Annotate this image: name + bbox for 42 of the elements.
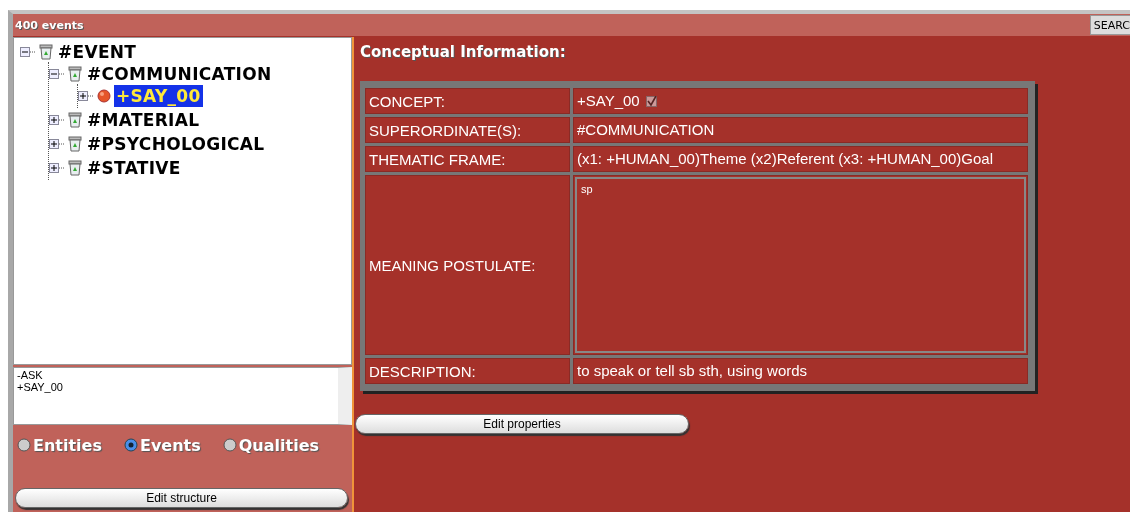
jar-icon (67, 159, 83, 177)
search-button[interactable]: SEARC (1089, 15, 1130, 35)
tree-item[interactable]: #COMMUNICATION (85, 63, 274, 85)
edit-properties-button[interactable]: Edit properties (355, 414, 689, 434)
field-label: CONCEPT: (365, 88, 570, 114)
radio-option[interactable]: Qualities (222, 435, 319, 455)
tree-item[interactable]: #EVENT (56, 41, 139, 63)
field-label: THEMATIC FRAME: (365, 146, 570, 172)
section-title: Conceptual Information: (360, 43, 566, 63)
jar-icon (38, 43, 54, 61)
expand-icon[interactable] (78, 90, 94, 102)
expand-icon[interactable] (49, 162, 65, 174)
tree-item[interactable]: #MATERIAL (85, 109, 202, 131)
header-title: 400 events (14, 18, 84, 32)
field-value: +SAY_00 (577, 91, 640, 111)
expand-icon[interactable] (49, 138, 65, 150)
list-item[interactable]: -ASK (17, 369, 335, 381)
radio-button[interactable] (222, 438, 237, 452)
field-value: (x1: +HUMAN_00)Theme (x2)Referent (x3: +HUMAN_00)Goal (577, 149, 993, 169)
radio-button[interactable] (17, 438, 31, 452)
field-value: to speak or tell sb sth, using words (577, 361, 808, 381)
radio-button[interactable] (123, 438, 138, 452)
edit-structure-button[interactable]: Edit structure (15, 488, 348, 508)
checkbox[interactable] (645, 95, 657, 107)
list-item[interactable]: +SAY_00 (17, 381, 335, 393)
jar-icon (67, 111, 83, 129)
collapse-icon[interactable] (49, 68, 65, 80)
ball-icon (96, 87, 112, 105)
expand-icon[interactable] (49, 114, 65, 126)
jar-icon (67, 65, 83, 83)
radio-option[interactable]: Entities (17, 435, 102, 455)
radio-option[interactable]: Events (123, 435, 201, 455)
collapse-icon[interactable] (20, 46, 36, 58)
tree-item[interactable]: +SAY_00 (114, 85, 203, 107)
field-label: MEANING POSTULATE: (365, 175, 570, 355)
field-label: DESCRIPTION: (365, 358, 570, 384)
tree-item[interactable]: #PSYCHOLOGICAL (85, 133, 267, 155)
field-label: SUPERORDINATE(S): (365, 117, 570, 143)
text-area[interactable]: sp (575, 177, 1026, 353)
field-value: #COMMUNICATION (577, 120, 715, 140)
tree-item[interactable]: #STATIVE (85, 157, 183, 179)
jar-icon (67, 135, 83, 153)
